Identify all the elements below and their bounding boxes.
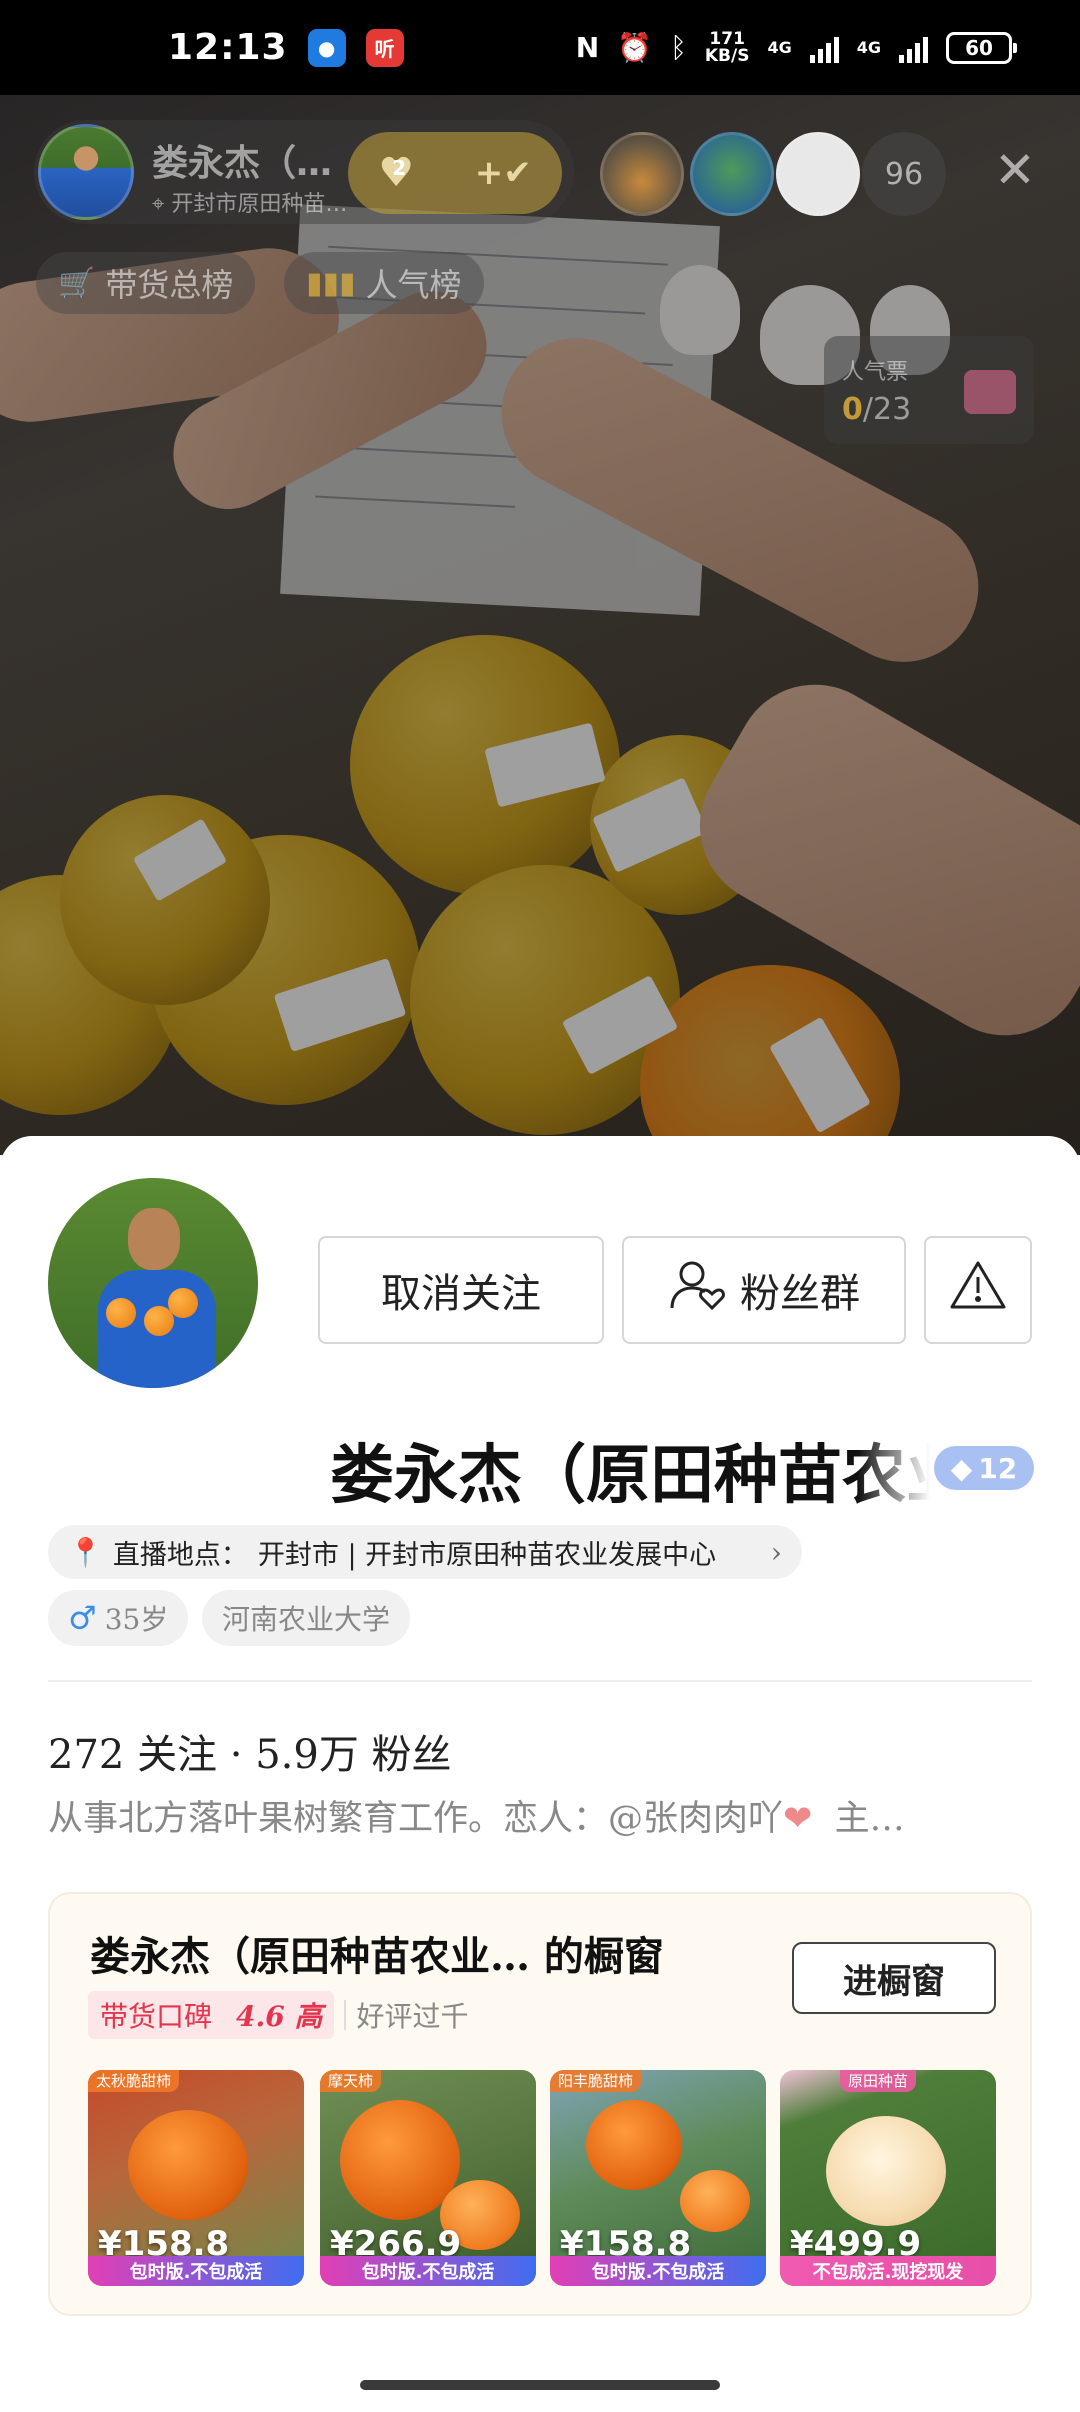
product-banner: 包时版.不包成活 (320, 2256, 536, 2286)
alarm-icon: ⏰ (617, 31, 653, 64)
network-speed: 171 KB/S (704, 28, 750, 66)
persimmon (680, 2170, 750, 2232)
home-indicator[interactable] (360, 2380, 720, 2390)
warning-icon (949, 1259, 1007, 1321)
divider (48, 1680, 1032, 1682)
peach (826, 2116, 946, 2226)
signal-icon (809, 33, 839, 63)
shop-rating: 带货口碑 4.6 高 好评过千 (88, 1991, 469, 2039)
product-banner: 包时版.不包成活 (88, 2256, 304, 2286)
heart-icon: ❤ (783, 1799, 813, 1839)
product-ribbon: 太秋脆甜柿 (88, 2070, 180, 2092)
close-icon[interactable]: ✕ (985, 140, 1045, 200)
avatar-face (128, 1208, 180, 1270)
profile-avatar[interactable] (48, 1178, 258, 1388)
location-pin-icon: ⌖ (152, 192, 172, 217)
product-ribbon: 摩天柿 (320, 2070, 382, 2092)
viewer-avatar[interactable] (690, 132, 774, 216)
host-name[interactable]: 娄永杰（原田种苗农业 (152, 134, 342, 186)
viewer-count[interactable]: 96 (862, 132, 946, 216)
host-avatar[interactable] (38, 124, 134, 220)
product-ribbon: 阳丰脆甜柿 (550, 2070, 642, 2092)
rating-separator (344, 2000, 347, 2030)
host-location: ⌖ 开封市原田种苗农业发展中心 (152, 192, 362, 217)
profile-bio[interactable]: 从事北方落叶果树繁育工作。恋人：@张肉肉吖❤ 主… (48, 1790, 1018, 1841)
product-ribbon: 原田种苗 (840, 2070, 917, 2092)
fan-heart-icon: ♥ 2 (378, 150, 415, 196)
fan-group-button[interactable]: 粉丝群 (622, 1236, 906, 1344)
fan-club-button[interactable]: ♥ 2 +✔ (348, 132, 562, 214)
unfollow-button[interactable]: 取消关注 (318, 1236, 604, 1344)
shop-window-card[interactable]: 娄永杰（原田种苗农业… 的橱窗 带货口碑 4.6 高 好评过千 进橱窗 太秋脆甜… (48, 1892, 1032, 2316)
bar-chart-icon: ▮▮▮ (306, 265, 356, 301)
fan-plus-label: +✔ (474, 153, 532, 193)
shop-title: 娄永杰（原田种苗农业… 的橱窗 (90, 1933, 664, 1980)
product-card[interactable]: 太秋脆甜柿 ¥158.8 包时版.不包成活 (88, 2070, 304, 2286)
signal-4g-label-2: 4G (856, 38, 881, 57)
notification-app-icon-listen: 听 (365, 28, 404, 67)
signal-icon-2 (899, 33, 928, 63)
location-pin-icon: 📍 (68, 1535, 103, 1569)
enter-shop-button[interactable]: 进橱窗 (792, 1942, 996, 2014)
notification-app-icon: ● (307, 28, 346, 67)
report-button[interactable] (924, 1236, 1032, 1344)
school-tag[interactable]: 河南农业大学 (202, 1590, 411, 1646)
avatar-orange (168, 1288, 198, 1318)
gender-age-tag: ♂ 35岁 (48, 1590, 189, 1646)
status-time: 12:13 (168, 27, 288, 68)
battery-icon: 60 (946, 31, 1017, 64)
chevron-right-icon: › (770, 1535, 782, 1569)
cart-icon: 🛒 (58, 265, 96, 301)
product-card[interactable]: 阳丰脆甜柿 ¥158.8 包时版.不包成活 (550, 2070, 766, 2286)
avatar-orange (106, 1298, 136, 1328)
profile-name: 娄永杰（原田种苗农业 (330, 1438, 930, 1513)
persimmon (586, 2100, 682, 2190)
product-banner: 不包成活.现挖现发 (780, 2256, 996, 2286)
male-icon: ♂ (68, 1599, 97, 1637)
persimmon (128, 2110, 248, 2220)
product-card[interactable]: 原田种苗 ¥499.9 不包成活.现挖现发 (780, 2070, 996, 2286)
gift-icon (964, 370, 1016, 414)
group-heart-icon (668, 1258, 726, 1322)
level-badge[interactable]: ◆ 12 (934, 1446, 1034, 1490)
viewer-avatar[interactable] (600, 132, 684, 216)
popularity-vote-box[interactable]: 人气票 0/23 (824, 336, 1034, 444)
signal-4g-label-1: 4G (767, 38, 792, 57)
popularity-rank-button[interactable]: ▮▮▮ 人气榜 (284, 252, 484, 314)
nfc-icon: N (575, 31, 600, 64)
sales-rank-button[interactable]: 🛒 带货总榜 (36, 252, 256, 314)
viewer-avatar[interactable] (776, 132, 860, 216)
bluetooth-icon: ᛒ (670, 31, 687, 64)
diamond-icon: ◆ (950, 1451, 973, 1485)
live-location-chip[interactable]: 📍 直播地点： 开封市 | 开封市原田种苗农业发展中心 › (48, 1525, 802, 1579)
product-card[interactable]: 摩天柿 ¥266.9 包时版.不包成活 (320, 2070, 536, 2286)
follow-stats[interactable]: 272 关注 · 5.9万 粉丝 (48, 1722, 452, 1780)
status-bar: 12:13 ● 听 N ⏰ ᛒ 171 KB/S 4G 4G 60 (0, 0, 1080, 95)
status-icons: N ⏰ ᛒ 171 KB/S 4G 4G 60 (575, 0, 1017, 95)
product-banner: 包时版.不包成活 (550, 2256, 766, 2286)
